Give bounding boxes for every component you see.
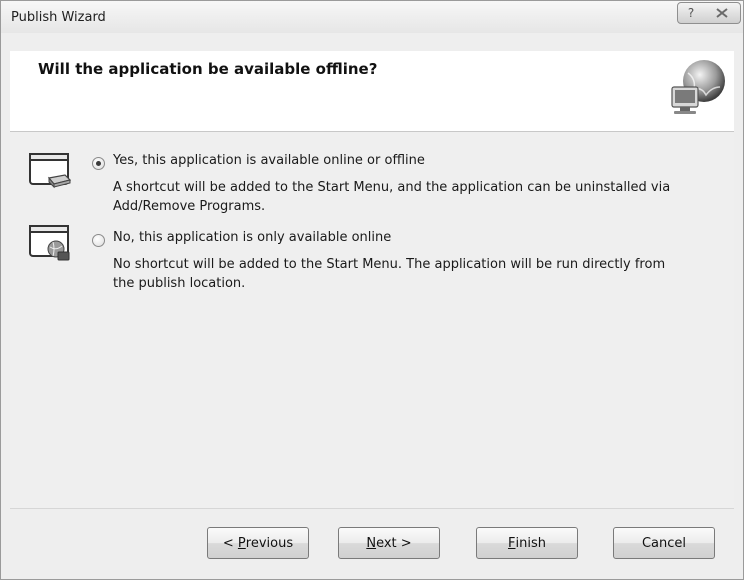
online-web-icon bbox=[29, 225, 70, 261]
close-button[interactable] bbox=[704, 2, 741, 24]
cancel-button[interactable]: Cancel bbox=[613, 527, 715, 559]
next-button[interactable]: Next > bbox=[338, 527, 440, 559]
close-icon bbox=[716, 8, 728, 18]
previous-button-rest: revious bbox=[245, 535, 294, 551]
online-option-description: No shortcut will be added to the Start M… bbox=[113, 257, 666, 291]
next-mnemonic: N bbox=[366, 535, 377, 551]
finish-button-rest: inish bbox=[515, 535, 546, 551]
finish-mnemonic: F bbox=[508, 535, 516, 551]
previous-button[interactable]: < Previous bbox=[207, 527, 309, 559]
offline-option-label[interactable]: Yes, this application is available onlin… bbox=[113, 153, 425, 168]
previous-mnemonic: P bbox=[237, 535, 246, 551]
window-title: Publish Wizard bbox=[11, 10, 106, 25]
globe-computer-icon bbox=[671, 60, 725, 114]
offline-option-description: A shortcut will be added to the Start Me… bbox=[113, 180, 671, 214]
help-icon: ? bbox=[687, 6, 695, 20]
offline-radio-button[interactable] bbox=[92, 157, 105, 170]
footer-separator bbox=[10, 508, 734, 509]
offline-desktop-icon bbox=[29, 153, 71, 189]
cancel-button-label: Cancel bbox=[641, 535, 687, 551]
finish-button[interactable]: Finish bbox=[476, 527, 578, 559]
online-radio-button[interactable] bbox=[92, 234, 105, 247]
wizard-content: Yes, this application is available onlin… bbox=[10, 132, 734, 508]
help-button[interactable]: ? bbox=[677, 2, 705, 24]
page-title: Will the application be available offlin… bbox=[38, 60, 378, 78]
previous-button-prefix: < bbox=[222, 535, 238, 551]
publish-wizard-dialog: Publish Wizard ? Will the application be… bbox=[0, 0, 744, 580]
next-button-rest: ext > bbox=[376, 535, 412, 551]
title-bar: Publish Wizard ? bbox=[1, 1, 743, 33]
wizard-header: Will the application be available offlin… bbox=[10, 51, 734, 132]
online-option-label[interactable]: No, this application is only available o… bbox=[113, 230, 391, 245]
